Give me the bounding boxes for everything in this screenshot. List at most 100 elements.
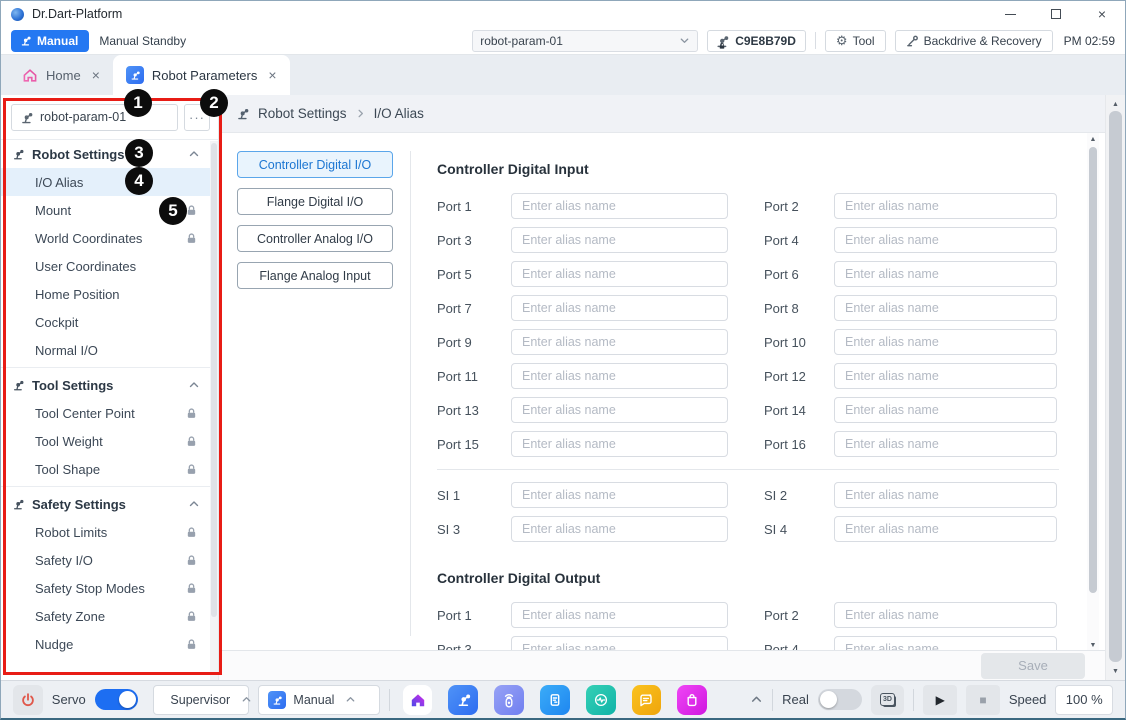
app-icon-task-document[interactable] <box>540 685 570 715</box>
tab-robot-parameters[interactable]: Robot Parameters × <box>113 55 290 95</box>
chevron-up-icon <box>188 498 200 510</box>
alias-input[interactable] <box>511 602 728 628</box>
tree-item[interactable]: Safety I/O <box>1 546 210 574</box>
tree-item[interactable]: Normal I/O <box>1 336 210 364</box>
collapse-dock-chevron-icon[interactable] <box>750 693 763 706</box>
tree-item[interactable]: Robot Limits <box>1 518 210 546</box>
alias-input[interactable] <box>834 363 1057 389</box>
alias-input[interactable] <box>834 193 1057 219</box>
alias-input[interactable] <box>511 295 728 321</box>
tree-item[interactable]: User Coordinates <box>1 252 210 280</box>
backdrive-recovery-button[interactable]: Backdrive & Recovery <box>895 30 1053 52</box>
page-scrollbar[interactable]: ▲ ▼ <box>1105 95 1125 680</box>
tree-item[interactable]: Tool Center Point <box>1 399 210 427</box>
tree-section-header[interactable]: Robot Settings <box>1 140 210 168</box>
robot-status-text: Manual Standby <box>99 34 186 48</box>
scroll-up-icon[interactable]: ▲ <box>1106 97 1125 111</box>
window-title: Dr.Dart-Platform <box>32 7 122 21</box>
alias-input[interactable] <box>511 261 728 287</box>
robot-param-select[interactable]: robot-param-01 <box>472 30 698 52</box>
tab-home[interactable]: Home × <box>9 55 113 95</box>
alias-input[interactable] <box>511 227 728 253</box>
speed-value[interactable]: 100 % <box>1055 685 1113 715</box>
alias-input[interactable] <box>511 329 728 355</box>
alias-input[interactable] <box>511 363 728 389</box>
stop-button[interactable]: ■ <box>966 685 1000 715</box>
io-category-button[interactable]: Flange Analog Input <box>237 262 393 289</box>
operation-mode-dropdown[interactable]: Manual <box>258 685 379 715</box>
alias-input[interactable] <box>834 295 1057 321</box>
app-icon-store[interactable] <box>677 685 707 715</box>
tree-item-label: Robot Limits <box>35 525 107 540</box>
tab-close-icon[interactable]: × <box>92 67 100 83</box>
save-button[interactable]: Save <box>981 653 1085 679</box>
tree-item[interactable]: Home Position <box>1 280 210 308</box>
scrollbar-thumb[interactable] <box>1089 147 1097 593</box>
manual-mode-button[interactable]: Manual <box>11 30 89 52</box>
alias-input[interactable] <box>834 227 1057 253</box>
param-name-input[interactable] <box>40 110 170 124</box>
simulation-view-button[interactable]: 3D <box>871 685 905 715</box>
scroll-down-icon[interactable]: ▼ <box>1106 664 1125 678</box>
real-mode-toggle[interactable] <box>818 689 862 710</box>
tree-item[interactable]: Tool Shape <box>1 455 210 483</box>
tree-item[interactable]: Nudge <box>1 630 210 658</box>
app-icon-log-message[interactable] <box>632 685 662 715</box>
alias-input[interactable] <box>834 602 1057 628</box>
tree-item[interactable]: Safety Zone <box>1 602 210 630</box>
app-icon-home[interactable] <box>403 685 433 715</box>
tree-item-label: Safety Stop Modes <box>35 581 145 596</box>
tree-item[interactable]: Tool Weight <box>1 427 210 455</box>
alias-input[interactable] <box>511 431 728 457</box>
role-dropdown-value: Supervisor <box>170 693 230 707</box>
tree-section-header[interactable]: Tool Settings <box>1 371 210 399</box>
app-icon-status-monitor[interactable] <box>586 685 616 715</box>
tree-item[interactable]: Cockpit <box>1 308 210 336</box>
port-label: Port 1 <box>437 199 511 214</box>
tree-section-header[interactable]: Safety Settings <box>1 490 210 518</box>
more-options-button[interactable]: ··· <box>184 104 210 131</box>
scrollbar-thumb[interactable] <box>1109 111 1122 662</box>
port-label: Port 6 <box>764 267 834 282</box>
alias-input[interactable] <box>511 193 728 219</box>
device-serial-button[interactable]: C9E8B79D <box>707 30 806 52</box>
role-dropdown[interactable]: Supervisor <box>153 685 249 715</box>
tab-robot-parameters-label: Robot Parameters <box>152 68 258 83</box>
alias-input[interactable] <box>511 397 728 423</box>
alias-input[interactable] <box>834 261 1057 287</box>
robot-parameters-icon <box>126 66 144 84</box>
scrollbar-thumb[interactable] <box>211 143 217 617</box>
alias-input[interactable] <box>834 431 1057 457</box>
alias-input[interactable] <box>511 482 728 508</box>
close-button[interactable]: × <box>1079 1 1125 27</box>
alias-input[interactable] <box>834 329 1057 355</box>
alias-input[interactable] <box>834 482 1057 508</box>
app-icon-teach-pendant[interactable] <box>494 685 524 715</box>
sidebar-scrollbar[interactable] <box>210 141 218 680</box>
servo-power-button[interactable] <box>13 685 43 715</box>
tool-button[interactable]: ⚙ Tool <box>825 30 886 52</box>
tree-item[interactable]: Mount <box>1 196 210 224</box>
alias-input[interactable] <box>834 516 1057 542</box>
servo-toggle[interactable] <box>95 689 139 710</box>
tree-item[interactable]: I/O Alias <box>1 168 210 196</box>
tree-item[interactable]: Safety Stop Modes <box>1 574 210 602</box>
scroll-up-icon[interactable]: ▲ <box>1087 133 1099 145</box>
tab-close-icon[interactable]: × <box>268 67 276 83</box>
io-category-button[interactable]: Controller Digital I/O <box>237 151 393 178</box>
port-label: Port 5 <box>437 267 511 282</box>
minimize-button[interactable] <box>987 1 1033 27</box>
io-category-button[interactable]: Controller Analog I/O <box>237 225 393 252</box>
play-button[interactable]: ▶ <box>923 685 957 715</box>
toggle-knob <box>820 691 837 708</box>
alias-input[interactable] <box>834 397 1057 423</box>
maximize-button[interactable] <box>1033 1 1079 27</box>
form-scrollbar[interactable]: ▲ ▼ <box>1087 133 1099 651</box>
app-icon-robot-parameters[interactable] <box>448 685 478 715</box>
param-name-field[interactable] <box>11 104 178 131</box>
alias-input[interactable] <box>511 516 728 542</box>
breadcrumb-section[interactable]: Robot Settings <box>258 106 347 121</box>
digital-output-title: Controller Digital Output <box>437 570 1059 586</box>
io-category-button[interactable]: Flange Digital I/O <box>237 188 393 215</box>
tree-item[interactable]: World Coordinates <box>1 224 210 252</box>
